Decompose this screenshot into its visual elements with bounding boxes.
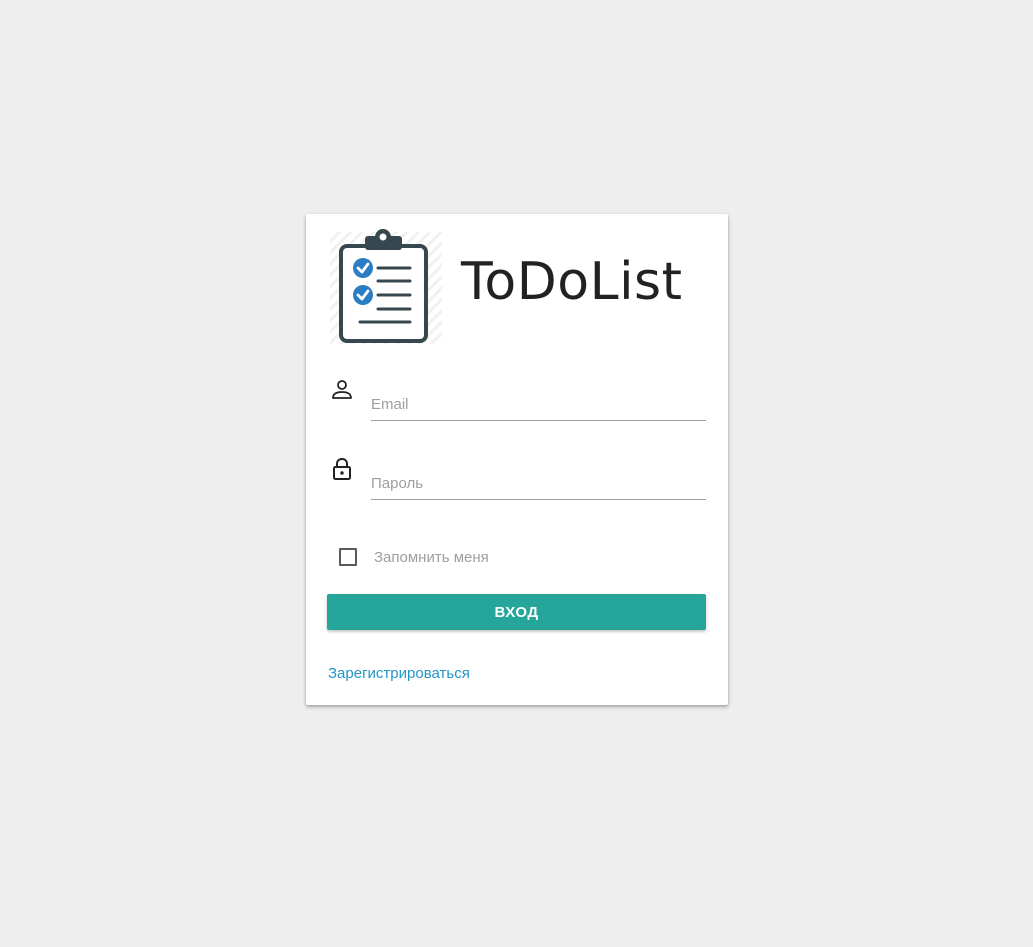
remember-me-checkbox[interactable]: Запомнить меня	[339, 547, 489, 567]
person-icon	[332, 380, 352, 399]
clipboard-checklist-icon	[330, 229, 442, 344]
login-button[interactable]: Вход	[327, 594, 706, 630]
remember-me-label: Запомнить меня	[374, 548, 489, 566]
email-field-wrapper	[371, 378, 706, 421]
login-card: ToDoList Запомнить меня Вход Зарегистрир…	[306, 214, 728, 705]
register-link[interactable]: Зарегистрироваться	[328, 665, 470, 682]
checkbox-box[interactable]	[339, 548, 357, 566]
password-field-wrapper	[371, 457, 706, 500]
password-field[interactable]	[371, 475, 706, 492]
email-field[interactable]	[371, 396, 706, 413]
app-title: ToDoList	[461, 252, 683, 312]
lock-icon	[333, 457, 351, 480]
